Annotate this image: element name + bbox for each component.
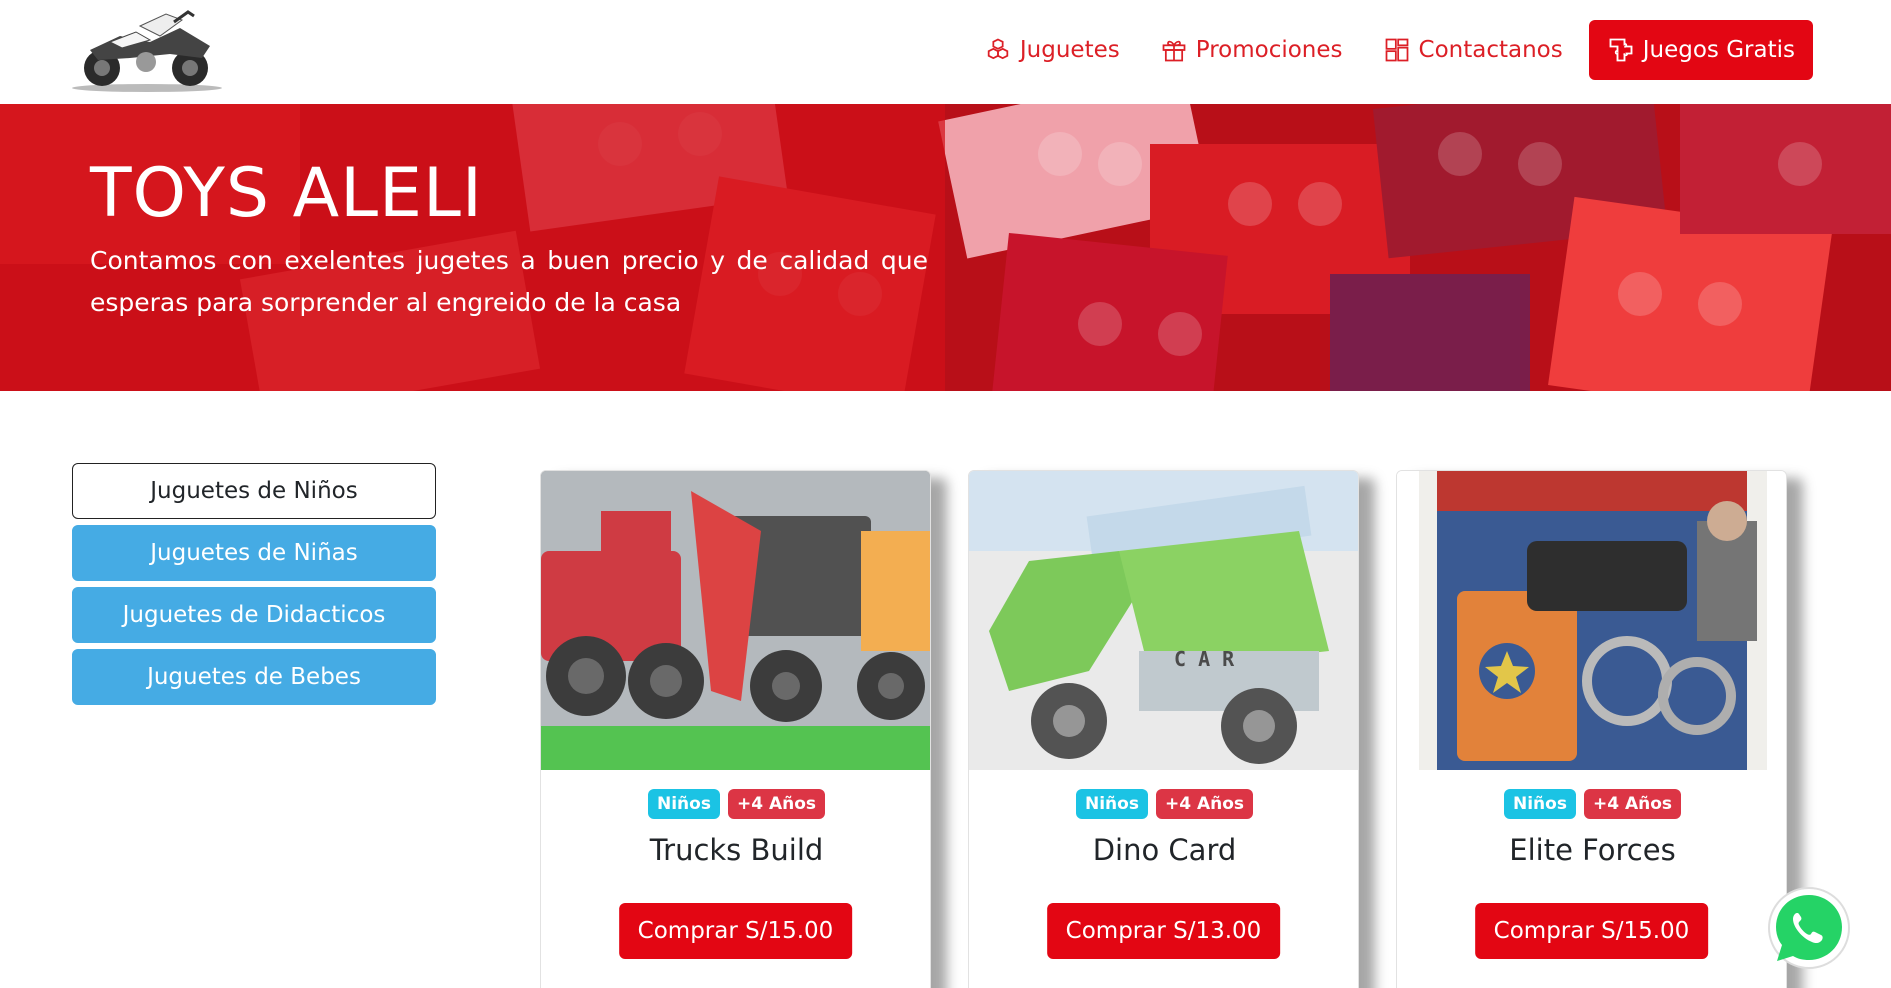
product-image-trucks[interactable] [541, 471, 930, 770]
category-ninos-button[interactable]: Juguetes de Niños [72, 463, 436, 519]
product-image-dino[interactable]: C A R [969, 471, 1358, 770]
badge-age: +4 Años [727, 789, 826, 819]
badge-gender: Niños [1075, 789, 1148, 819]
category-sidebar: Juguetes de Niños Juguetes de Niñas Jugu… [72, 463, 436, 711]
nav-link-label: Juguetes [1019, 37, 1120, 63]
product-card-elite-forces: Niños +4 Años Elite Forces Comprar S/15.… [1396, 470, 1787, 988]
hero-title: TOYS ALELI [90, 154, 483, 233]
product-image-elite-forces[interactable] [1397, 471, 1786, 770]
nav-link-label: Contactanos [1418, 37, 1563, 63]
nav-link-label: Promociones [1195, 37, 1343, 63]
gift-icon [1162, 40, 1186, 62]
category-bebes-button[interactable]: Juguetes de Bebes [72, 649, 436, 705]
quad-bike-logo[interactable] [70, 6, 224, 94]
buy-button[interactable]: Comprar S/15.00 [618, 903, 853, 959]
badge-gender: Niños [647, 789, 720, 819]
product-title: Elite Forces [1509, 833, 1676, 867]
puzzle-icon [1609, 38, 1633, 62]
nav-link-contactanos[interactable]: Contactanos [1383, 36, 1563, 64]
badge-gender: Niños [1503, 789, 1576, 819]
product-title: Dino Card [1092, 833, 1237, 867]
top-navbar: Juguetes Promociones Contactanos Juegos … [0, 0, 1891, 104]
category-ninas-button[interactable]: Juguetes de Niñas [72, 525, 436, 581]
product-card-dino-card: C A R Niños +4 Años Dino Card Comprar S/… [968, 470, 1359, 988]
hero-description: Contamos con exelentes jugetes a buen pr… [90, 246, 928, 317]
whatsapp-icon [1768, 887, 1850, 969]
juegos-gratis-label: Juegos Gratis [1642, 37, 1795, 63]
product-title: Trucks Build [649, 833, 824, 867]
blocks-icon [987, 38, 1009, 60]
grid-icon [1385, 38, 1408, 62]
buy-button[interactable]: Comprar S/15.00 [1474, 903, 1709, 959]
badge-age: +4 Años [1155, 789, 1254, 819]
nav-link-juguetes[interactable]: Juguetes [984, 36, 1120, 64]
nav-link-promociones[interactable]: Promociones [1160, 36, 1343, 64]
category-didacticos-button[interactable]: Juguetes de Didacticos [72, 587, 436, 643]
hero-banner: TOYS ALELI Contamos con exelentes jugete… [0, 104, 1891, 391]
buy-button[interactable]: Comprar S/13.00 [1046, 903, 1281, 959]
whatsapp-float-button[interactable] [1766, 885, 1852, 971]
badge-age: +4 Años [1583, 789, 1682, 819]
juegos-gratis-button[interactable]: Juegos Gratis [1588, 20, 1813, 80]
product-card-trucks-build: Niños +4 Años Trucks Build Comprar S/15.… [540, 470, 931, 988]
